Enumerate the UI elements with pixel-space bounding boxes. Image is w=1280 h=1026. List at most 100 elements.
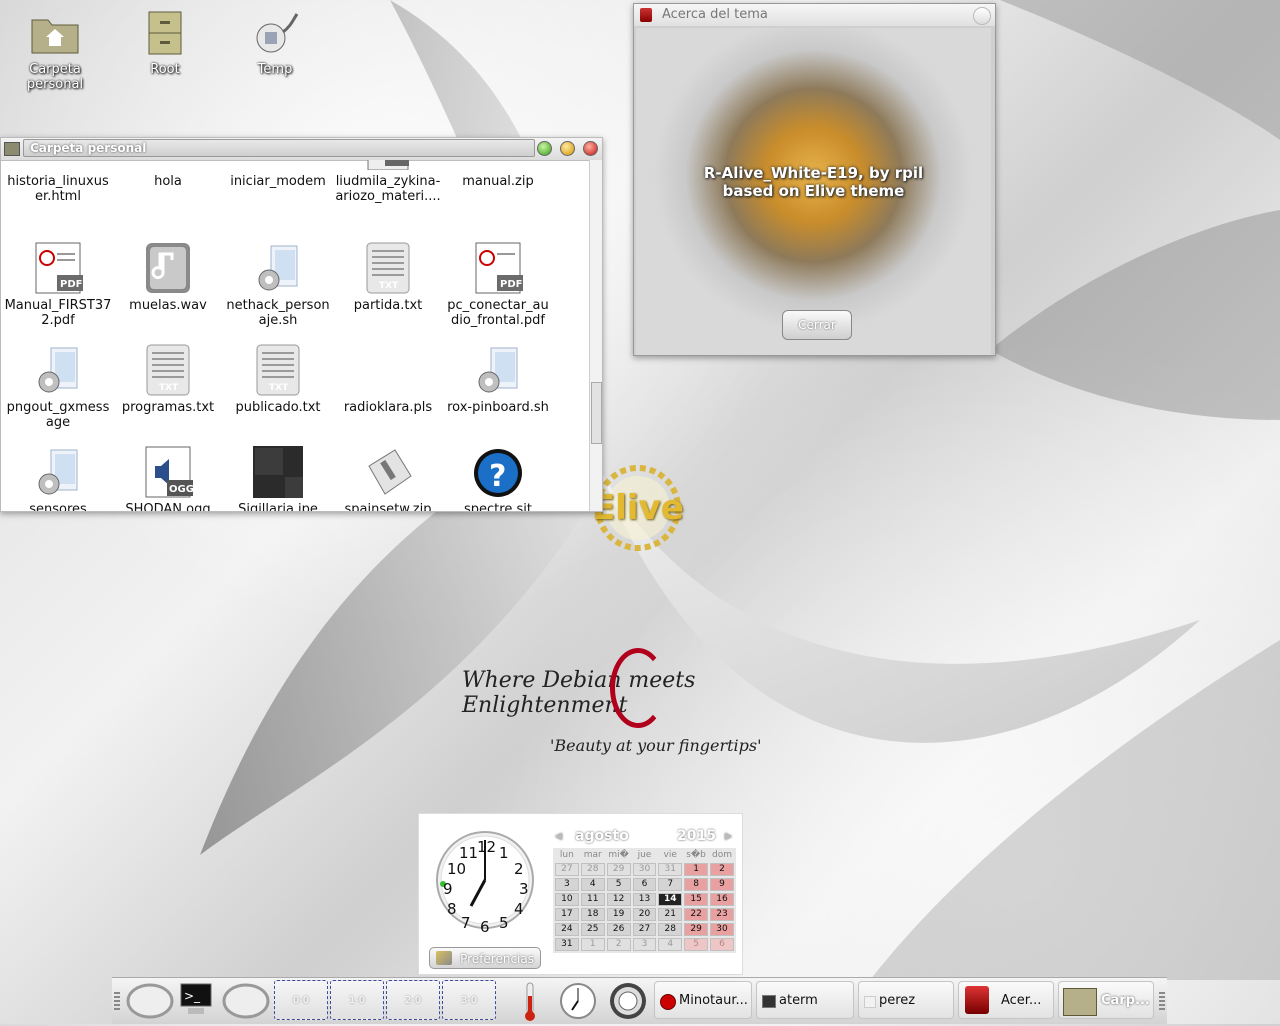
thermometer-icon[interactable] xyxy=(516,980,544,1022)
file-item[interactable]: TXT programas.txt xyxy=(113,344,223,415)
calendar-day[interactable]: 9 xyxy=(710,878,734,891)
file-grid[interactable]: historia_linuxus er.html hola iniciar_mo… xyxy=(1,160,590,511)
task-aterm[interactable]: aterm xyxy=(756,981,854,1019)
calendar-day[interactable]: 23 xyxy=(710,908,734,921)
calendar-day[interactable]: 4 xyxy=(580,878,605,891)
volume-icon[interactable] xyxy=(608,980,648,1022)
calendar-day[interactable]: 26 xyxy=(606,923,631,936)
calendar-day[interactable]: 25 xyxy=(580,923,605,936)
pager-desk-2[interactable]: 2-0 xyxy=(386,980,440,1020)
pager-desk-3[interactable]: 3-0 xyxy=(442,980,496,1020)
calendar-day[interactable]: 15 xyxy=(684,893,709,906)
calendar-day[interactable]: 30 xyxy=(632,863,657,876)
file-item[interactable]: PDF pc_conectar_au dio_frontal.pdf xyxy=(443,242,553,328)
file-item[interactable]: rox-pinboard.sh xyxy=(443,344,553,415)
dialog-titlebar[interactable]: Acerca del tema xyxy=(634,4,995,26)
prev-month-button[interactable]: ◂ xyxy=(555,828,562,844)
desktop-icon-root[interactable]: Root xyxy=(120,10,210,77)
file-item[interactable]: TXT partida.txt xyxy=(333,242,443,313)
file-item[interactable]: radioklara.pls xyxy=(333,344,443,415)
task-minotaur[interactable]: Minotaur... xyxy=(654,981,752,1019)
calendar-day[interactable]: 16 xyxy=(710,893,734,906)
file-item[interactable]: manual.zip xyxy=(443,160,553,189)
file-item[interactable]: sensores xyxy=(3,446,113,511)
calendar-day[interactable]: 29 xyxy=(606,863,631,876)
calendar-day[interactable]: 2 xyxy=(606,938,631,951)
mini-clock-icon[interactable] xyxy=(558,980,598,1022)
calendar-day[interactable]: 1 xyxy=(684,863,709,876)
task-carpeta[interactable]: Carp... xyxy=(1058,981,1154,1019)
calendar-day[interactable]: 18 xyxy=(580,908,605,921)
file-item[interactable]: Sigillaria.jpe xyxy=(223,446,333,511)
desktop-icon-home[interactable]: Carpeta personal xyxy=(10,10,100,92)
calendar-day[interactable]: 21 xyxy=(658,908,683,921)
calendar-day[interactable]: 6 xyxy=(632,878,657,891)
shelf-grip[interactable] xyxy=(114,992,120,1010)
pager-desk-1[interactable]: 1-0 xyxy=(330,980,384,1020)
file-item[interactable]: TXT publicado.txt xyxy=(223,344,333,415)
vertical-scrollbar[interactable] xyxy=(589,160,602,511)
calendar-day[interactable]: 22 xyxy=(684,908,709,921)
window-titlebar[interactable]: Carpeta personal xyxy=(1,138,602,161)
scrollbar-thumb[interactable] xyxy=(591,382,602,444)
task-perez[interactable]: perez xyxy=(858,981,954,1019)
file-item[interactable]: ? spectre.sit xyxy=(443,446,553,511)
next-month-button[interactable]: ▸ xyxy=(725,828,732,844)
calendar-day[interactable]: 11 xyxy=(580,893,605,906)
file-item[interactable]: OGG SHODAN.ogg xyxy=(113,446,223,511)
clock-calendar-gadget[interactable]: 12 1 2 3 4 5 6 7 8 9 10 11 Preferencias … xyxy=(418,813,743,975)
file-item[interactable]: nethack_person aje.sh xyxy=(223,242,333,328)
file-item[interactable]: pngout_gxmess age xyxy=(3,344,113,430)
about-theme-dialog[interactable]: Acerca del tema R-Alive_White-E19, by rp… xyxy=(633,3,996,356)
calendar-day[interactable]: 13 xyxy=(632,893,657,906)
desktop-icon-temp[interactable]: Temp xyxy=(230,10,320,77)
calendar-day[interactable]: 5 xyxy=(606,878,631,891)
calendar-day[interactable]: 8 xyxy=(684,878,709,891)
calendar[interactable]: ◂ agosto 2015 ▸ lun mar mi� jue vie s�b … xyxy=(553,828,736,953)
file-item[interactable]: spainsetw.zip xyxy=(333,446,443,511)
maximize-button[interactable] xyxy=(560,141,575,156)
calendar-day[interactable]: 29 xyxy=(684,923,709,936)
calendar-day[interactable]: 31 xyxy=(658,863,683,876)
calendar-day[interactable]: 1 xyxy=(580,938,605,951)
shelf-grip[interactable] xyxy=(1159,992,1165,1010)
elive-menu-icon[interactable] xyxy=(124,980,176,1022)
calendar-day[interactable]: 30 xyxy=(710,923,734,936)
file-manager-window[interactable]: Carpeta personal historia_linuxus er.htm… xyxy=(0,137,603,512)
calendar-day[interactable]: 2 xyxy=(710,863,734,876)
file-item[interactable]: muelas.wav xyxy=(113,242,223,313)
preferencias-button[interactable]: Preferencias xyxy=(429,947,541,969)
calendar-day[interactable]: 5 xyxy=(684,938,709,951)
calendar-day[interactable]: 4 xyxy=(658,938,683,951)
calendar-day[interactable]: 28 xyxy=(658,923,683,936)
calendar-day[interactable]: 27 xyxy=(632,923,657,936)
calendar-day[interactable]: 10 xyxy=(555,893,579,906)
calendar-day-today[interactable]: 14 xyxy=(658,893,683,906)
elive-launcher-icon[interactable] xyxy=(220,980,272,1022)
calendar-day[interactable]: 12 xyxy=(606,893,631,906)
calendar-day[interactable]: 3 xyxy=(632,938,657,951)
calendar-day[interactable]: 3 xyxy=(555,878,579,891)
file-item[interactable]: historia_linuxus er.html xyxy=(3,160,113,204)
dialog-close-knob[interactable] xyxy=(973,7,991,25)
terminal-launcher-icon[interactable]: >_ xyxy=(178,980,214,1022)
calendar-day[interactable]: 7 xyxy=(658,878,683,891)
file-item[interactable]: liudmila_zykina- ariozo_materi.... xyxy=(333,160,443,204)
window-menu-icon[interactable] xyxy=(4,142,20,156)
taskbar-shelf[interactable]: >_ 0-0 1-0 2-0 3-0 Minotaur... aterm per… xyxy=(112,977,1167,1024)
calendar-day[interactable]: 20 xyxy=(632,908,657,921)
calendar-day[interactable]: 27 xyxy=(555,863,579,876)
calendar-day[interactable]: 28 xyxy=(580,863,605,876)
calendar-day[interactable]: 17 xyxy=(555,908,579,921)
calendar-day[interactable]: 6 xyxy=(710,938,734,951)
cerrar-button[interactable]: Cerrar xyxy=(782,310,852,340)
file-item[interactable]: hola xyxy=(113,160,223,189)
calendar-day[interactable]: 24 xyxy=(555,923,579,936)
file-item[interactable]: PDF Manual_FIRST37 2.pdf xyxy=(3,242,113,328)
task-acerca[interactable]: Acer... xyxy=(958,981,1054,1019)
calendar-day[interactable]: 31 xyxy=(555,938,579,951)
file-item[interactable]: iniciar_modem xyxy=(223,160,333,189)
pager-desk-0[interactable]: 0-0 xyxy=(274,980,328,1020)
close-button[interactable] xyxy=(583,141,598,156)
calendar-day[interactable]: 19 xyxy=(606,908,631,921)
